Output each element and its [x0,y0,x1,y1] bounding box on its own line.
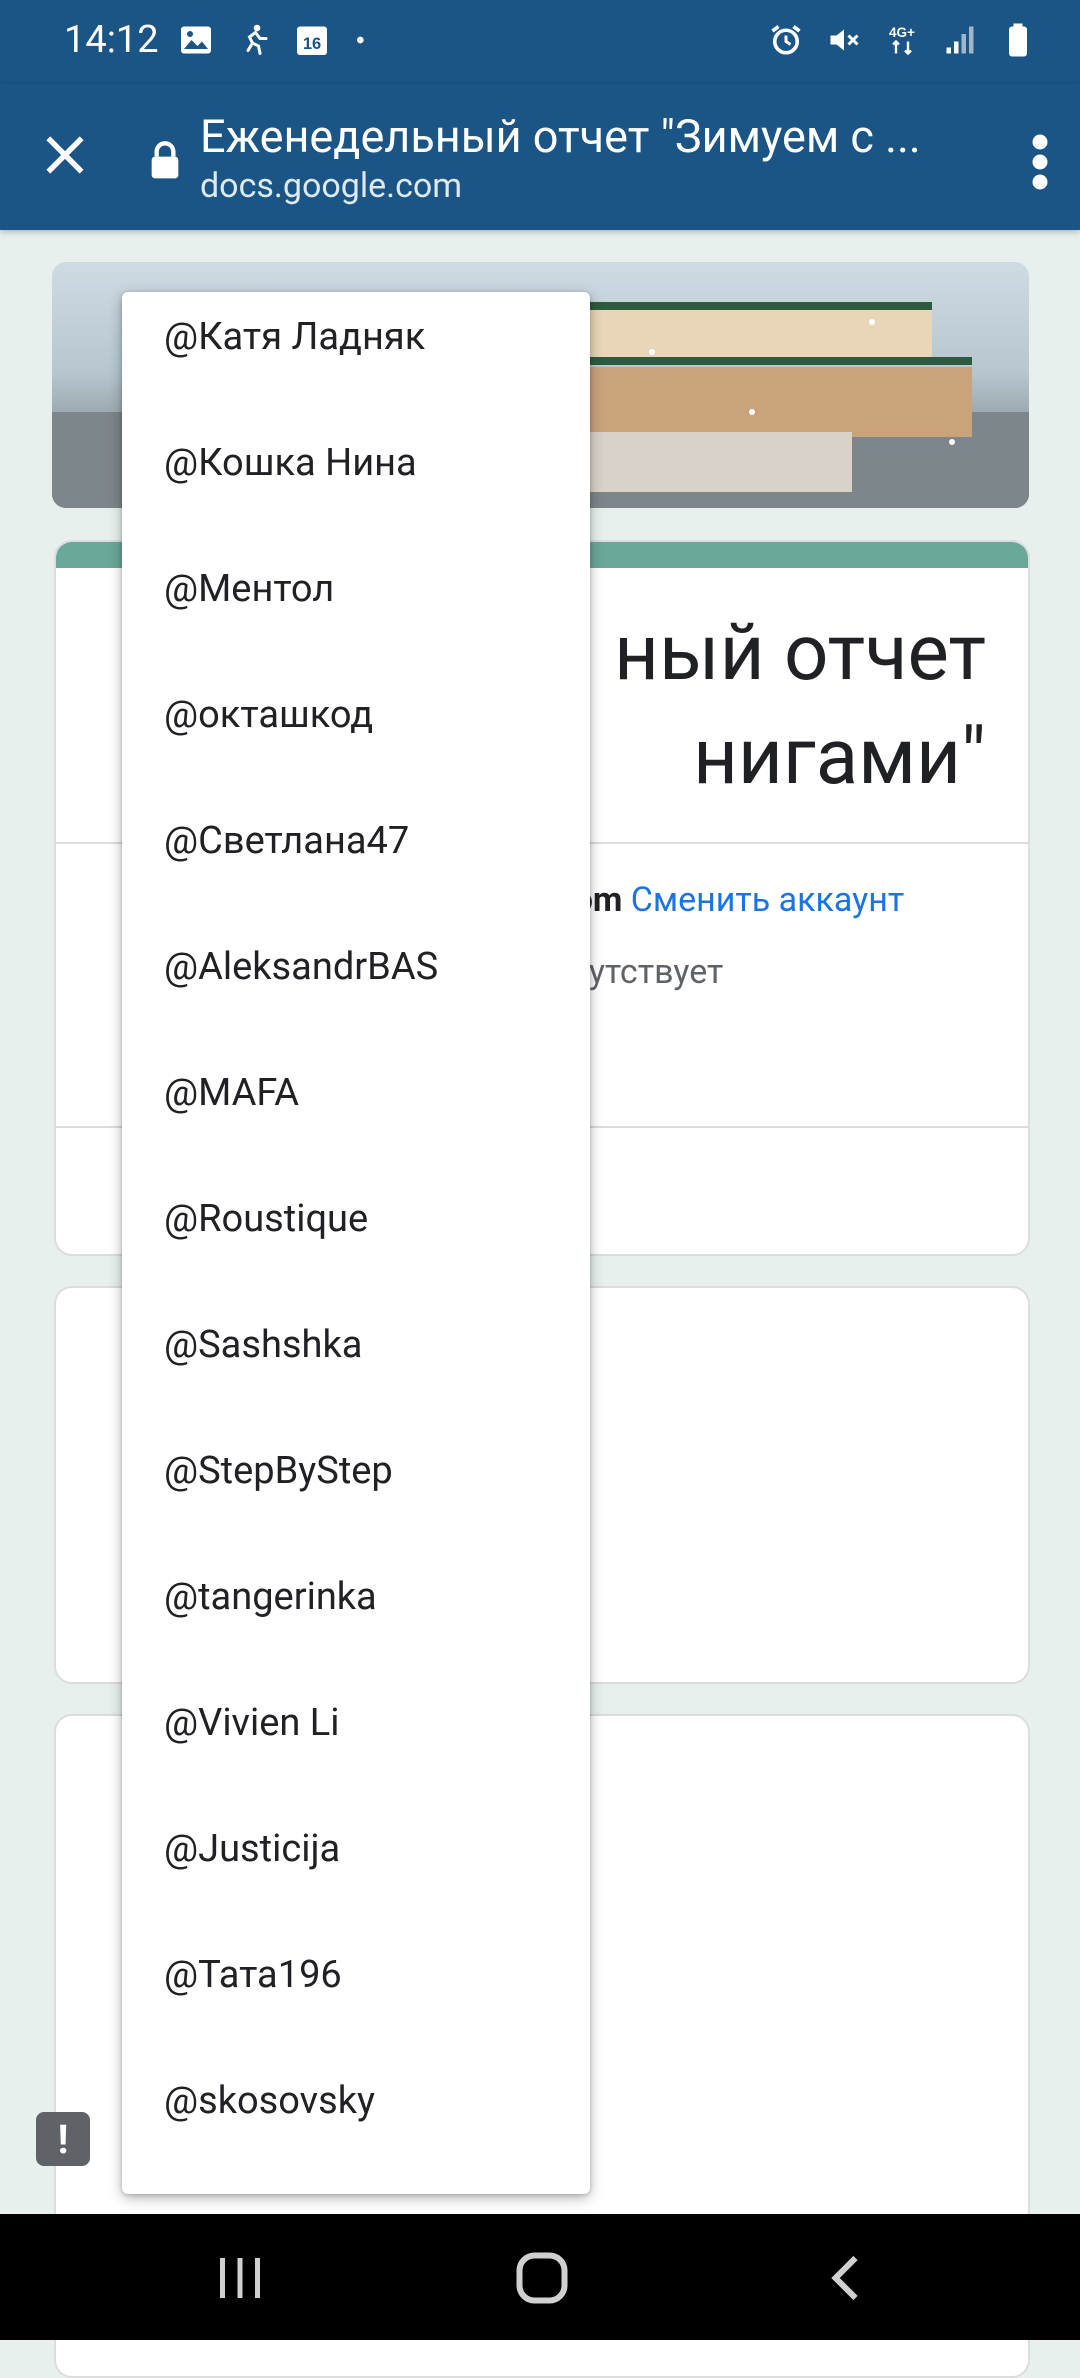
dropdown-menu: @Катя Ладняк @Кошка Нина @Ментол @окташкод @… [122,292,590,2194]
page-title[interactable]: Еженедельный отчет "Зимуем с ... [200,110,940,163]
dropdown-option[interactable]: @окташкод [122,652,590,778]
dropdown-option[interactable]: @Sashshka [122,1282,590,1408]
dropdown-option[interactable]: @Кошка Нина [122,400,590,526]
activity-icon [246,24,268,55]
dropdown-option[interactable]: @StepByStep [122,1408,590,1534]
feedback-button[interactable]: ! [36,2112,90,2166]
page-domain[interactable]: docs.google.com [200,166,462,206]
dropdown-option[interactable]: @Roustique [122,1156,590,1282]
home-button[interactable] [512,2248,572,2308]
dropdown-option[interactable]: @Катя Ладняк [122,274,590,400]
close-button[interactable] [40,130,90,180]
back-button[interactable] [818,2248,878,2308]
recent-apps-button[interactable] [210,2248,270,2308]
calendar-icon: 16 [297,26,327,55]
status-bar: 14:12 16 4G+ [0,0,1080,84]
dropdown-option[interactable]: @Светлана47 [122,778,590,904]
battery-icon [1009,23,1027,57]
svg-text:16: 16 [303,35,321,53]
dropdown-option[interactable]: @AleksandrBAS [122,904,590,1030]
more-menu-button[interactable] [1028,132,1052,192]
dropdown-option[interactable]: @MAFA [122,1030,590,1156]
lock-icon [151,141,179,179]
signal-icon [946,26,974,54]
dropdown-option[interactable]: @Ментол [122,526,590,652]
browser-toolbar: Еженедельный отчет "Зимуем с ... docs.go… [0,84,1080,230]
gallery-icon [181,26,211,54]
dropdown-option[interactable]: @tangerinka [122,1534,590,1660]
feedback-icon: ! [57,2116,69,2163]
clock: 14:12 [64,18,159,62]
dropdown-option[interactable]: @Justicija [122,1786,590,1912]
dot-icon [357,36,364,44]
dropdown-options: @Катя Ладняк @Кошка Нина @Ментол @окташкод @… [122,274,590,2164]
network-4g-icon: 4G+ [889,25,915,56]
dropdown-option[interactable]: @Тата196 [122,1912,590,2038]
account-line: com Сменить аккаунт [556,880,904,920]
dropdown-option[interactable]: @skosovsky [122,2038,590,2164]
switch-account-link[interactable]: Сменить аккаунт [631,880,904,920]
dropdown-option[interactable]: @Vivien Li [122,1660,590,1786]
mute-icon [830,29,859,51]
alarm-icon [771,25,801,55]
navigation-bar [0,2214,1080,2340]
svg-text:4G+: 4G+ [889,25,915,40]
